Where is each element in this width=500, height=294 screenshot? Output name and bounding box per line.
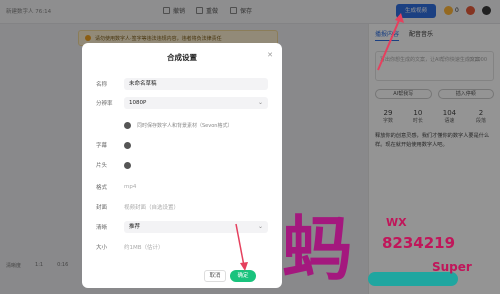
chevron-down-icon: ⌄ <box>257 99 263 106</box>
watermark-glyph: 蚂 <box>282 208 352 290</box>
name-input[interactable]: 未命名草稿 <box>124 78 268 90</box>
resolution-select[interactable]: 1080P ⌄ <box>124 97 268 109</box>
watermark-text-3: Super <box>432 260 472 274</box>
size-row: 大小 约1MB（估计） <box>96 240 268 254</box>
format-row: 格式 mp4 <box>96 180 268 194</box>
intro-toggle[interactable] <box>124 161 131 169</box>
format-value: mp4 <box>124 184 137 190</box>
intro-label: 片头 <box>96 163 108 169</box>
quality-value: 推荐 <box>129 224 141 230</box>
close-icon[interactable]: ✕ <box>266 51 274 59</box>
quality-row: 清晰 推荐 ⌄ <box>96 220 268 234</box>
subtitles-label: 字幕 <box>96 143 108 149</box>
name-row: 名称 未命名草稿 <box>96 77 268 91</box>
subtitles-row: 字幕 <box>96 138 268 152</box>
quality-label: 清晰 <box>96 225 108 231</box>
save-materials-text: 同时保存数字人和背景素材（Sevon格式） <box>137 122 233 129</box>
subtitles-toggle[interactable] <box>124 141 131 149</box>
synthesis-settings-dialog: 合成设置 ✕ 名称 未命名草稿 分辨率 1080P ⌄ 同时保存数字人和背景素材… <box>82 43 282 288</box>
watermark-logo: 蚂 WX 8234219 Super <box>282 210 500 294</box>
confirm-button[interactable]: 确定 <box>230 270 256 282</box>
cover-value[interactable]: 视频封面（自选设置） <box>124 203 179 211</box>
cover-label: 封面 <box>96 205 108 211</box>
intro-row: 片头 <box>96 158 268 172</box>
cover-row: 封面 视频封面（自选设置） <box>96 200 268 214</box>
size-label: 大小 <box>96 245 108 251</box>
save-materials-toggle[interactable] <box>124 121 131 129</box>
save-materials-row: 同时保存数字人和背景素材（Sevon格式） <box>96 118 268 132</box>
watermark-text-1: WX <box>386 216 407 229</box>
name-label: 名称 <box>96 82 108 88</box>
resolution-row: 分辨率 1080P ⌄ <box>96 96 268 110</box>
watermark-text-2: 8234219 <box>382 234 456 252</box>
watermark-bar <box>368 272 458 286</box>
quality-select[interactable]: 推荐 ⌄ <box>124 221 268 233</box>
format-label: 格式 <box>96 185 108 191</box>
resolution-value: 1080P <box>129 100 147 106</box>
chevron-down-icon: ⌄ <box>257 223 263 230</box>
size-value: 约1MB（估计） <box>124 245 164 251</box>
dialog-title: 合成设置 <box>167 53 197 62</box>
resolution-label: 分辨率 <box>96 101 113 107</box>
cancel-button[interactable]: 取消 <box>204 270 226 282</box>
